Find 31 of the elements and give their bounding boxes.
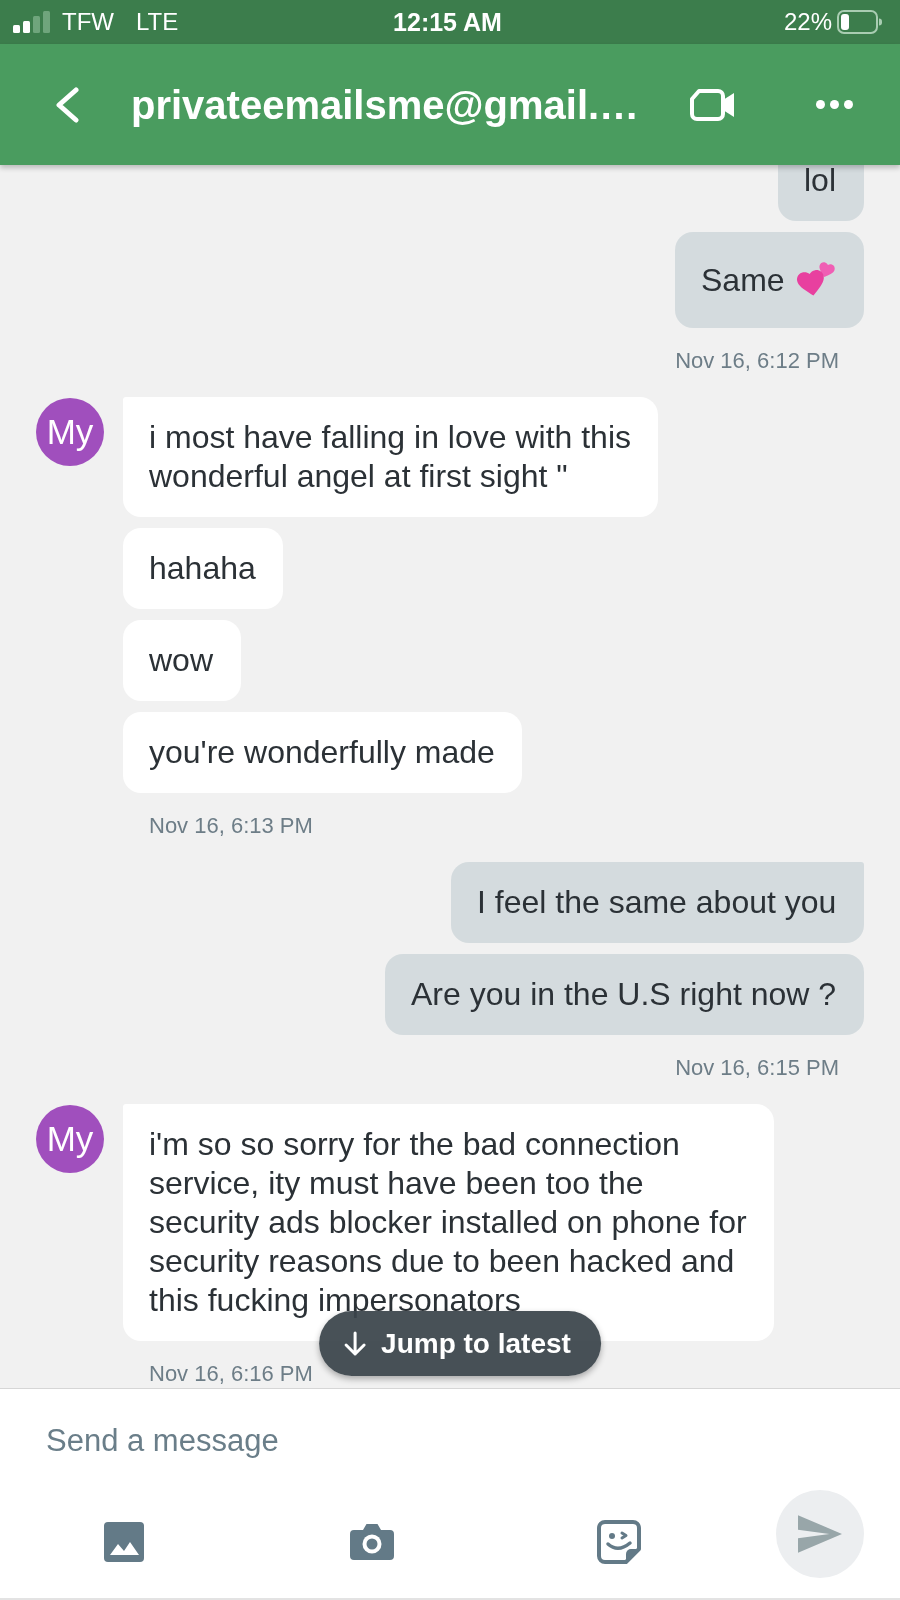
message-timestamp: Nov 16, 6:15 PM [675, 1054, 839, 1082]
message-timestamp: Nov 16, 6:12 PM [675, 347, 839, 375]
jump-to-latest-button[interactable]: Jump to latest [319, 1311, 601, 1376]
image-icon[interactable] [104, 1522, 144, 1562]
clock-time: 12:15 AM [393, 8, 502, 36]
message-timestamp: Nov 16, 6:13 PM [149, 812, 313, 840]
message-text: wow [149, 641, 214, 680]
message-text: Are you in the U.S right now ? [411, 975, 838, 1014]
message-timestamp: Nov 16, 6:16 PM [149, 1360, 313, 1388]
camera-icon[interactable] [349, 1522, 394, 1562]
message-text: hahaha [149, 549, 257, 588]
message-text: lol [804, 165, 837, 200]
video-camera-icon[interactable] [690, 86, 736, 123]
sticker-icon[interactable] [597, 1520, 641, 1564]
battery-percent: 22% [783, 8, 832, 36]
more-options-icon[interactable] [816, 100, 853, 109]
back-icon[interactable] [53, 86, 80, 123]
network-type: LTE [136, 8, 179, 36]
arrow-down-icon [343, 1330, 368, 1357]
signal-icon [13, 11, 50, 33]
contact-avatar: My [36, 398, 104, 466]
contact-avatar: My [36, 1105, 104, 1173]
send-icon [798, 1515, 842, 1553]
message-text: you're wonderfully made [149, 733, 496, 772]
header-title: privateemailsme@gmail.… [131, 81, 641, 128]
battery-icon [837, 10, 882, 34]
carrier-name: TFW [62, 8, 114, 36]
message-text: Same [701, 260, 786, 300]
message-text: I feel the same about you [477, 883, 838, 922]
message-field[interactable]: Send a message [46, 1410, 860, 1472]
message-text: i most have falling in love with this wonderful angel at first sight " [149, 418, 632, 496]
